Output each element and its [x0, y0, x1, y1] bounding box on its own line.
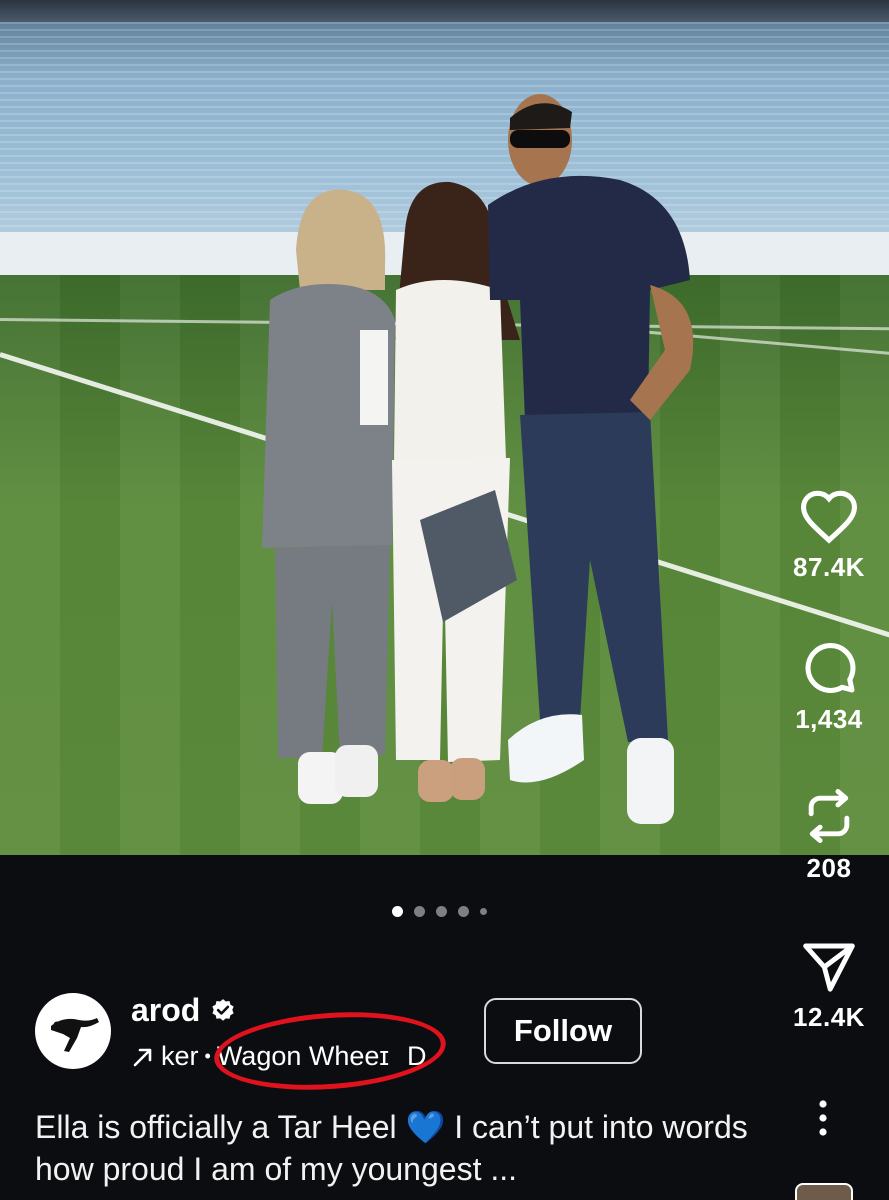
avatar[interactable]	[35, 993, 111, 1069]
audio-prefix: ker	[161, 1041, 199, 1071]
like-button[interactable]: 87.4K	[769, 488, 889, 583]
verified-badge-icon	[212, 998, 234, 1021]
like-count: 87.4K	[793, 552, 865, 582]
comment-count: 1,434	[795, 704, 863, 734]
carousel-indicator	[392, 906, 487, 917]
people-illustration	[262, 94, 694, 824]
audio-thumbnail[interactable]	[795, 1183, 853, 1200]
share-button[interactable]: 12.4K	[769, 940, 889, 1033]
heart-icon	[800, 490, 858, 544]
arrow-icon	[133, 1048, 152, 1066]
post-caption[interactable]: Ella is officially a Tar Heel 💙 I can’t …	[35, 1106, 775, 1190]
username[interactable]: arod	[131, 992, 200, 1029]
repost-count: 208	[806, 853, 852, 883]
send-icon	[803, 943, 855, 992]
share-count: 12.4K	[793, 1002, 865, 1032]
more-vertical-icon[interactable]	[808, 1096, 838, 1140]
comment-button[interactable]: 1,434	[769, 638, 889, 735]
follow-button[interactable]: Follow	[484, 998, 642, 1064]
repost-button[interactable]: 208	[769, 787, 889, 884]
carousel-dot-active	[392, 906, 403, 917]
repost-icon	[808, 789, 850, 843]
carousel-dot	[458, 906, 469, 917]
carousel-dot	[436, 906, 447, 917]
post-photo[interactable]	[0, 0, 889, 855]
meta-separator: •	[204, 1046, 211, 1066]
comment-bubble-icon	[805, 643, 856, 694]
carousel-dot	[414, 906, 425, 917]
username-row[interactable]: arod	[131, 992, 236, 1029]
carousel-dot	[480, 908, 487, 915]
pitcher-logo-icon	[51, 1018, 99, 1052]
